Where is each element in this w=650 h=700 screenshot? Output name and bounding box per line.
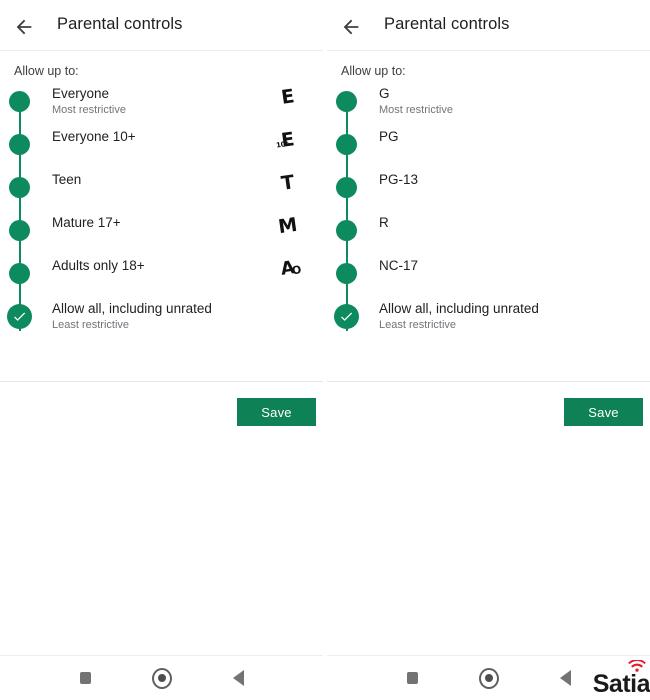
rating-dot[interactable] bbox=[336, 220, 357, 241]
esrb-rating-icon: T bbox=[273, 170, 303, 201]
rating-dot[interactable] bbox=[9, 134, 30, 155]
check-icon bbox=[14, 312, 26, 321]
square-recents-icon[interactable] bbox=[75, 668, 95, 688]
list-item-text: PG-13 bbox=[379, 171, 418, 189]
list-item-title: PG bbox=[379, 129, 399, 144]
esrb-rating-icon: M bbox=[273, 213, 303, 244]
save-button[interactable]: Save bbox=[564, 398, 643, 426]
panel-mpaa: Parental controls Allow up to: G Most re… bbox=[327, 0, 650, 440]
list-item-text: Allow all, including unrated Least restr… bbox=[52, 300, 212, 333]
circle-home-icon[interactable] bbox=[479, 667, 499, 689]
rating-dot[interactable] bbox=[336, 177, 357, 198]
android-navbar-left bbox=[0, 655, 323, 700]
list-item-text: NC-17 bbox=[379, 257, 418, 275]
list-item-subtitle: Least restrictive bbox=[52, 319, 130, 331]
rating-dot[interactable] bbox=[336, 134, 357, 155]
footer-mpaa: Save bbox=[327, 382, 650, 440]
appbar-mpaa: Parental controls bbox=[327, 0, 650, 51]
list-item[interactable]: Everyone 10+ E 10+ bbox=[0, 127, 323, 173]
list-item-title: Teen bbox=[52, 172, 82, 187]
rating-dot[interactable] bbox=[336, 91, 357, 112]
list-item[interactable]: PG bbox=[327, 128, 650, 173]
esrb-rating-icon: A O bbox=[273, 256, 303, 287]
appbar-esrb: Parental controls bbox=[0, 0, 323, 51]
check-icon bbox=[341, 312, 353, 321]
back-arrow-icon[interactable] bbox=[13, 16, 35, 38]
list-item-title: G bbox=[379, 86, 390, 101]
list-item-text: Teen bbox=[52, 171, 81, 189]
list-item-title: NC-17 bbox=[379, 258, 419, 273]
page-title: Parental controls bbox=[57, 15, 183, 33]
list-item-title: R bbox=[379, 215, 389, 230]
rating-dot[interactable] bbox=[9, 177, 30, 198]
back-arrow-icon[interactable] bbox=[340, 16, 362, 38]
list-item[interactable]: Adults only 18+ A O bbox=[0, 256, 323, 302]
list-item[interactable]: Teen T bbox=[0, 170, 323, 216]
list-item-text: Everyone Most restrictive bbox=[52, 85, 126, 118]
list-item-text: PG bbox=[379, 128, 399, 146]
footer-esrb: Save bbox=[0, 382, 323, 440]
esrb-badge-letter: T bbox=[279, 171, 296, 195]
esrb-badge-letter: M bbox=[276, 213, 299, 239]
list-item[interactable]: G Most restrictive bbox=[327, 85, 650, 130]
list-item-subtitle: Most restrictive bbox=[379, 104, 453, 116]
settings-sheet-mpaa: Allow up to: G Most restrictive PG PG-13… bbox=[327, 51, 650, 382]
list-item-title: Allow all, including unrated bbox=[379, 301, 539, 316]
square-recents-icon[interactable] bbox=[402, 668, 422, 688]
save-button[interactable]: Save bbox=[237, 398, 316, 426]
watermark-text: Satia bbox=[592, 670, 650, 698]
list-item-text: Adults only 18+ bbox=[52, 257, 145, 275]
list-item-text: R bbox=[379, 214, 389, 232]
esrb-rating-icon: E 10+ bbox=[273, 127, 303, 158]
list-item-title: Everyone 10+ bbox=[52, 129, 136, 144]
list-item[interactable]: Allow all, including unrated Least restr… bbox=[0, 300, 323, 350]
list-item-title: Everyone bbox=[52, 86, 110, 101]
panel-esrb: Parental controls Allow up to: Everyone … bbox=[0, 0, 323, 440]
allow-up-to-label: Allow up to: bbox=[341, 64, 406, 78]
rating-dot[interactable] bbox=[9, 220, 30, 241]
list-item-title: Allow all, including unrated bbox=[52, 301, 212, 316]
esrb-badge-sublabel: 10+ bbox=[275, 139, 292, 150]
list-item[interactable]: Mature 17+ M bbox=[0, 213, 323, 259]
list-item-text: Everyone 10+ bbox=[52, 128, 136, 146]
list-item[interactable]: Allow all, including unrated Least restr… bbox=[327, 300, 650, 350]
screenshot-stage: Parental controls Allow up to: Everyone … bbox=[0, 0, 650, 700]
list-item[interactable]: R bbox=[327, 214, 650, 259]
allow-up-to-label: Allow up to: bbox=[14, 64, 79, 78]
list-item[interactable]: PG-13 bbox=[327, 171, 650, 216]
list-item-subtitle: Most restrictive bbox=[52, 104, 126, 116]
triangle-back-icon[interactable] bbox=[555, 668, 575, 688]
list-item[interactable]: Everyone Most restrictive E bbox=[0, 84, 323, 130]
list-item-text: Allow all, including unrated Least restr… bbox=[379, 300, 539, 333]
esrb-rating-icon: E bbox=[273, 84, 303, 115]
rating-timeline-mpaa: G Most restrictive PG PG-13 R NC-17 Allo… bbox=[327, 85, 650, 350]
rating-dot-selected[interactable] bbox=[334, 304, 359, 329]
watermark: Satia bbox=[592, 660, 650, 698]
esrb-badge-sublabel: O bbox=[291, 263, 302, 278]
list-item-text: G Most restrictive bbox=[379, 85, 453, 118]
list-item-text: Mature 17+ bbox=[52, 214, 121, 232]
esrb-badge-letter: E bbox=[279, 85, 296, 109]
list-item-title: Mature 17+ bbox=[52, 215, 121, 230]
list-item[interactable]: NC-17 bbox=[327, 257, 650, 302]
rating-dot-selected[interactable] bbox=[7, 304, 32, 329]
list-item-title: PG-13 bbox=[379, 172, 419, 187]
rating-dot[interactable] bbox=[336, 263, 357, 284]
wifi-arc-icon bbox=[628, 660, 646, 672]
settings-sheet-esrb: Allow up to: Everyone Most restrictive E bbox=[0, 51, 323, 382]
rating-timeline-esrb: Everyone Most restrictive E Everyone 10+ bbox=[0, 84, 323, 350]
list-item-subtitle: Least restrictive bbox=[379, 319, 457, 331]
circle-home-icon[interactable] bbox=[152, 667, 172, 689]
triangle-back-icon[interactable] bbox=[228, 668, 248, 688]
list-item-title: Adults only 18+ bbox=[52, 258, 145, 273]
rating-dot[interactable] bbox=[9, 263, 30, 284]
page-title: Parental controls bbox=[384, 15, 510, 33]
rating-dot[interactable] bbox=[9, 91, 30, 112]
